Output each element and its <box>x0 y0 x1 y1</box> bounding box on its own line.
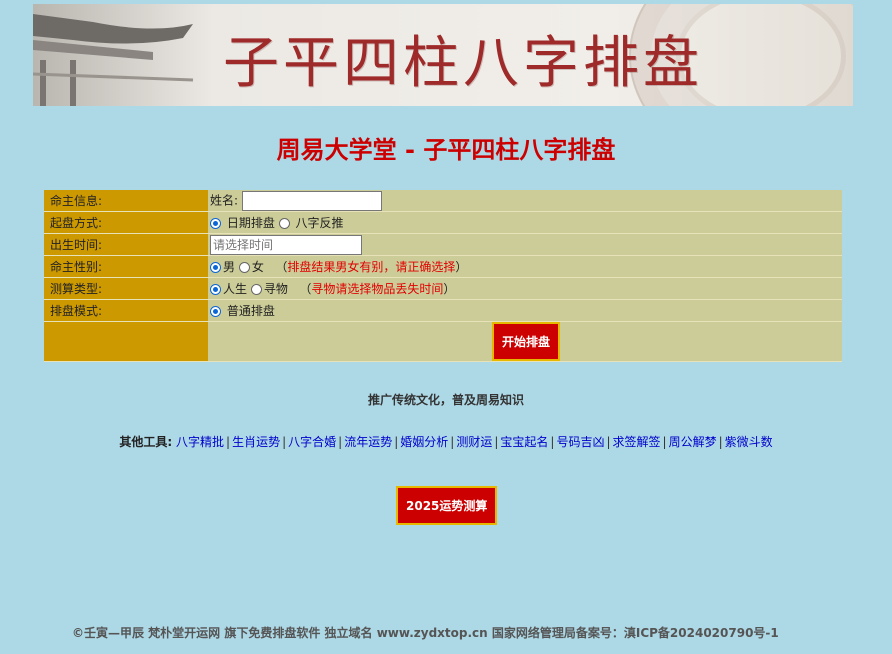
row-label: 测算类型: <box>44 278 208 300</box>
pavilion-roof-image <box>33 14 194 106</box>
gender-male-label[interactable]: 男 <box>223 260 235 274</box>
mode-normal-label[interactable]: 普通排盘 <box>227 304 275 318</box>
header-banner: 子平四柱八字排盘 <box>33 4 853 106</box>
start-chart-button[interactable]: 开始排盘 <box>491 322 560 361</box>
row-label-empty <box>44 322 208 362</box>
form-row-method: 起盘方式: 日期排盘 八字反推 <box>44 212 842 234</box>
type-lost-item-label[interactable]: 寻物 <box>264 282 288 296</box>
row-label: 排盘模式: <box>44 300 208 322</box>
row-label: 命主性别: <box>44 256 208 278</box>
other-tools-nav: 其他工具: 八字精批 | 生肖运势 | 八字合婚 | 流年运势 | 婚姻分析 | 测财运 | 宝宝起名 |… <box>119 435 773 449</box>
gender-note: 排盘结果男女有别，请正确选择 <box>287 260 456 274</box>
type-life-label[interactable]: 人生 <box>223 282 247 296</box>
gender-note-close: ） <box>455 260 468 274</box>
type-note-close: ） <box>443 282 456 296</box>
tool-link-ziwei[interactable]: 紫微斗数 <box>725 435 773 449</box>
form-row-mode: 排盘模式: 普通排盘 <box>44 300 842 322</box>
tool-link-wealth[interactable]: 测财运 <box>456 435 492 449</box>
form-row-name: 命主信息: 姓名: <box>44 190 842 212</box>
mode-normal-radio[interactable] <box>210 306 221 317</box>
tool-link-marriage-match[interactable]: 八字合婚 <box>288 435 336 449</box>
chart-form: 命主信息: 姓名: 起盘方式: 日期排盘 八字反推 出生时间: 命主性别: 男 … <box>44 190 842 362</box>
name-input[interactable] <box>241 190 382 211</box>
gender-female-radio[interactable] <box>238 262 250 273</box>
method-date-label[interactable]: 日期排盘 <box>227 216 275 230</box>
birth-time-input[interactable] <box>210 234 362 255</box>
tool-link-number-luck[interactable]: 号码吉凶 <box>556 435 604 449</box>
type-lost-item-radio[interactable] <box>250 284 262 295</box>
type-note-open: （ <box>299 282 312 296</box>
tool-link-dream[interactable]: 周公解梦 <box>669 435 717 449</box>
gender-male-radio[interactable] <box>210 262 221 273</box>
gender-female-label[interactable]: 女 <box>252 260 264 274</box>
form-row-gender: 命主性别: 男 女 （排盘结果男女有别，请正确选择） <box>44 256 842 278</box>
footer-copyright: ©壬寅—甲辰 梵朴堂开运网 旗下免费排盘软件 独立域名 www.zydxtop.… <box>72 626 779 640</box>
tool-link-baby-naming[interactable]: 宝宝起名 <box>500 435 548 449</box>
type-note: 寻物请选择物品丢失时间 <box>311 282 444 296</box>
tool-link-yearly-fortune[interactable]: 流年运势 <box>344 435 392 449</box>
fortune-2025-button[interactable]: 2025运势测算 <box>396 486 498 525</box>
method-reverse-label[interactable]: 八字反推 <box>296 216 344 230</box>
form-row-birth: 出生时间: <box>44 234 842 256</box>
tool-link-fortune-sticks[interactable]: 求签解签 <box>613 435 661 449</box>
tool-link-bazi-detail[interactable]: 八字精批 <box>176 435 224 449</box>
banner-title: 子平四柱八字排盘 <box>223 31 703 96</box>
row-label: 起盘方式: <box>44 212 208 234</box>
tool-link-zodiac[interactable]: 生肖运势 <box>232 435 280 449</box>
form-row-submit: 开始排盘 <box>44 322 842 362</box>
form-row-type: 测算类型: 人生 寻物 （寻物请选择物品丢失时间） <box>44 278 842 300</box>
type-life-radio[interactable] <box>210 284 221 295</box>
slogan-text: 推广传统文化，普及周易知识 <box>367 393 524 407</box>
page-title: 周易大学堂 - 子平四柱八字排盘 <box>276 136 616 164</box>
tool-link-marriage-analysis[interactable]: 婚姻分析 <box>400 435 448 449</box>
row-label: 出生时间: <box>44 234 208 256</box>
method-reverse-radio[interactable] <box>278 218 290 229</box>
name-label: 姓名: <box>210 193 239 207</box>
tools-label: 其他工具: <box>119 435 173 449</box>
method-date-radio[interactable] <box>210 218 221 229</box>
row-label: 命主信息: <box>44 190 208 212</box>
gender-note-open: （ <box>275 260 288 274</box>
